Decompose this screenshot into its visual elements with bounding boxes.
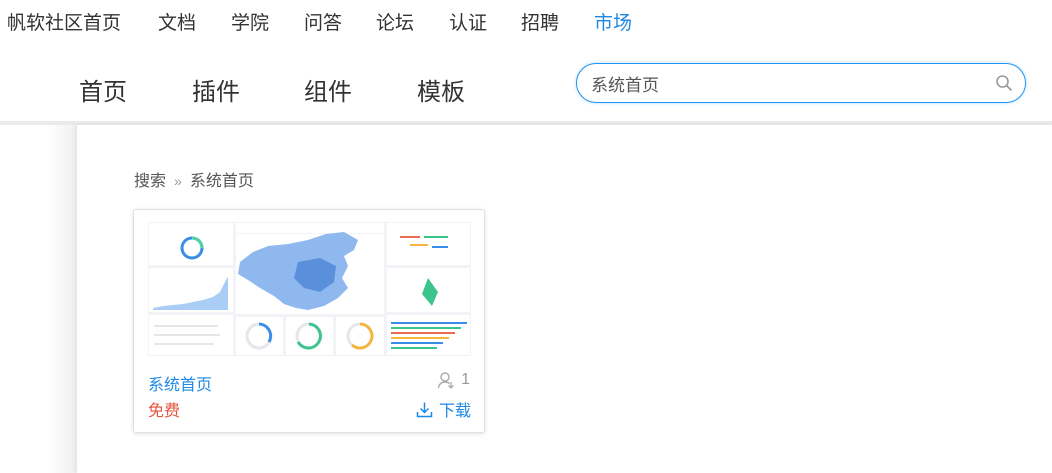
left-gutter (0, 125, 77, 473)
top-nav: 帆软社区首页 文档 学院 问答 论坛 认证 招聘 市场 (0, 0, 1052, 40)
dashboard-preview-image (148, 222, 471, 356)
top-nav-certification[interactable]: 认证 (449, 8, 487, 35)
result-card[interactable]: 系统首页 免费 1 下载 (133, 209, 485, 433)
download-button[interactable]: 下载 (416, 397, 471, 421)
breadcrumb: 搜索 » 系统首页 (134, 167, 254, 191)
search-icon[interactable] (995, 74, 1013, 92)
user-count: 1 (437, 371, 470, 389)
search-box (576, 63, 1026, 103)
top-nav-academy[interactable]: 学院 (231, 8, 269, 35)
download-label: 下载 (438, 403, 471, 420)
top-nav-qa[interactable]: 问答 (304, 8, 342, 35)
download-icon (416, 402, 433, 417)
template-thumbnail[interactable] (148, 222, 471, 356)
top-nav-market[interactable]: 市场 (594, 8, 632, 35)
top-nav-jobs[interactable]: 招聘 (521, 8, 559, 35)
market-nav-components[interactable]: 组件 (304, 72, 352, 107)
price-label: 免费 (148, 403, 181, 420)
top-nav-docs[interactable]: 文档 (158, 8, 196, 35)
top-nav-forum[interactable]: 论坛 (376, 8, 414, 35)
breadcrumb-separator: » (174, 173, 182, 189)
market-nav-plugins[interactable]: 插件 (192, 72, 240, 107)
search-input[interactable] (591, 72, 981, 94)
user-icon (437, 372, 455, 389)
breadcrumb-root[interactable]: 搜索 (134, 173, 166, 190)
top-nav-community-home[interactable]: 帆软社区首页 (7, 8, 121, 35)
market-nav-home[interactable]: 首页 (79, 72, 127, 107)
breadcrumb-current: 系统首页 (189, 173, 254, 190)
market-nav-templates[interactable]: 模板 (417, 72, 465, 107)
template-title[interactable]: 系统首页 (148, 371, 212, 395)
user-count-value: 1 (461, 371, 470, 388)
